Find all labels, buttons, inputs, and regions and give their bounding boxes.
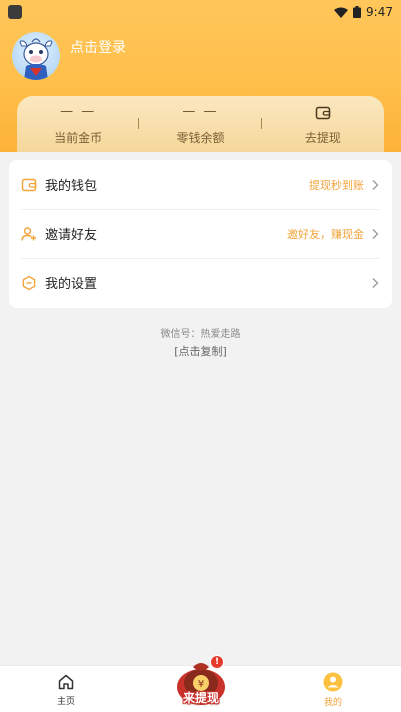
user-icon: [323, 672, 343, 691]
chevron-right-icon: [370, 179, 380, 191]
menu-card: 我的钱包 提现秒到账 邀请好友 邀好友，赚现金 我的设置: [9, 160, 392, 308]
chevron-right-icon: [370, 277, 380, 289]
tab-mine-label: 我的: [323, 697, 342, 708]
tab-home[interactable]: 主页: [26, 666, 106, 712]
tab-withdraw-label: 来提现: [182, 691, 219, 705]
balance-label: 零钱余额: [176, 131, 225, 145]
balance-value: — —: [182, 104, 219, 119]
withdraw-button[interactable]: 去提现: [262, 96, 384, 152]
home-icon: [58, 674, 74, 689]
wechat-id-text: 微信号：热爱走路: [160, 329, 241, 340]
stats-card: — — 当前金币 — — 零钱余额 去提现: [17, 96, 384, 152]
clock: 9:47: [366, 5, 393, 19]
app-notification-icon: [8, 5, 22, 19]
settings-icon: [21, 275, 37, 291]
avatar[interactable]: [12, 32, 60, 80]
menu-item-hint: 邀好友，赚现金: [287, 227, 364, 241]
menu-item-settings[interactable]: 我的设置: [9, 258, 392, 307]
status-bar: 9:47: [0, 0, 401, 24]
tab-withdraw[interactable]: ¥ ! 来提现: [171, 655, 231, 712]
profile-section[interactable]: [12, 32, 60, 80]
coins-value: — —: [60, 104, 97, 119]
wallet-icon: [21, 177, 37, 193]
menu-item-wallet[interactable]: 我的钱包 提现秒到账: [9, 160, 392, 209]
add-user-icon: [21, 226, 37, 242]
tab-mine[interactable]: 我的: [293, 666, 373, 712]
tab-home-label: 主页: [56, 696, 75, 707]
stat-balance[interactable]: — — 零钱余额: [139, 96, 262, 152]
login-link[interactable]: 点击登录: [70, 37, 126, 57]
coins-label: 当前金币: [54, 131, 103, 145]
wifi-icon: [334, 7, 349, 18]
menu-item-invite[interactable]: 邀请好友 邀好友，赚现金: [9, 209, 392, 258]
chevron-right-icon: [370, 228, 380, 240]
status-indicators: 9:47: [334, 5, 393, 19]
notification-badge: !: [210, 655, 224, 669]
copy-link[interactable]: [点击复制]: [0, 343, 401, 359]
battery-icon: [353, 6, 362, 18]
menu-item-label: 邀请好友: [45, 228, 98, 243]
menu-item-hint: 提现秒到账: [309, 178, 364, 192]
cow-mascot-icon: [19, 38, 53, 80]
menu-item-label: 我的钱包: [45, 179, 98, 194]
menu-item-label: 我的设置: [45, 277, 98, 292]
wallet-icon: [315, 106, 331, 120]
stat-coins[interactable]: — — 当前金币: [17, 96, 140, 152]
withdraw-label: 去提现: [304, 131, 341, 145]
